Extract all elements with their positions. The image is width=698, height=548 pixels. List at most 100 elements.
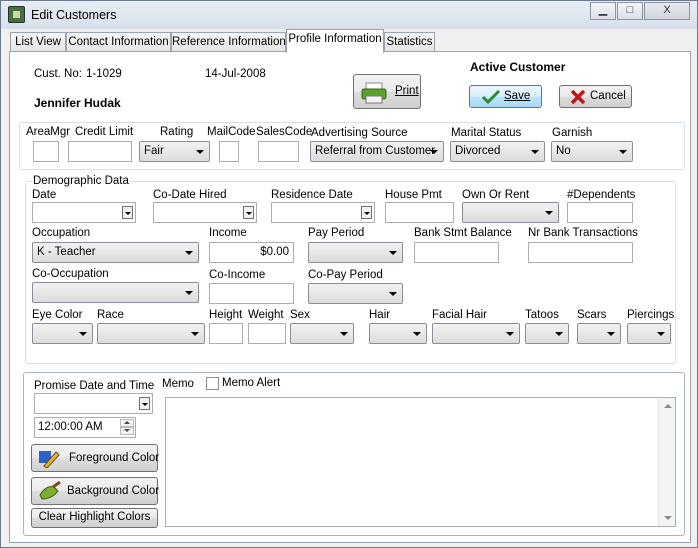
chevron-down-icon <box>191 332 199 336</box>
rating-value: Fair <box>144 145 164 157</box>
scroll-down-icon[interactable] <box>664 516 672 520</box>
calendar-dropdown-icon[interactable] <box>122 206 133 219</box>
foreground-color-button[interactable]: Foreground Color <box>31 444 160 472</box>
income-field[interactable]: $0.00 <box>209 242 294 263</box>
garnish-select[interactable]: No <box>551 141 633 162</box>
maximize-button[interactable]: □ <box>617 2 643 20</box>
tatoos-select[interactable] <box>525 323 569 344</box>
co-date-hired-picker[interactable] <box>153 202 257 223</box>
scars-select[interactable] <box>577 323 621 344</box>
advertising-source-label: Advertising Source <box>311 127 408 139</box>
marital-status-label: Marital Status <box>451 127 522 139</box>
active-customer-status: Active Customer <box>470 60 566 74</box>
time-spinner[interactable] <box>120 419 134 436</box>
own-or-rent-select[interactable] <box>462 202 559 223</box>
memo-scrollbar[interactable] <box>658 398 675 526</box>
window-title: Edit Customers <box>31 8 117 22</box>
print-button[interactable]: Print <box>353 74 421 109</box>
chevron-down-icon <box>545 211 553 215</box>
race-select[interactable] <box>97 323 205 344</box>
nr-bank-transactions-label: Nr Bank Transactions <box>528 227 638 239</box>
dependents-label: #Dependents <box>567 189 636 201</box>
house-pmt-field[interactable] <box>385 202 454 223</box>
tab-contact-information[interactable]: Contact Information <box>66 32 171 52</box>
app-icon <box>8 6 25 23</box>
cust-no-label: Cust. No: <box>34 68 82 80</box>
sex-select[interactable] <box>290 323 354 344</box>
tab-list-view[interactable]: List View <box>10 32 66 52</box>
chevron-down-icon <box>389 251 397 255</box>
dependents-field[interactable] <box>567 202 633 223</box>
paint-pencil-icon <box>38 448 60 468</box>
chevron-down-icon <box>79 332 87 336</box>
tab-statistics[interactable]: Statistics <box>384 32 435 52</box>
chevron-down-icon <box>619 150 627 154</box>
salescode-label: SalesCode <box>256 126 313 138</box>
hair-label: Hair <box>369 309 391 321</box>
promise-time-field[interactable]: 12:00:00 AM <box>34 417 136 438</box>
spin-down-icon[interactable] <box>120 427 134 435</box>
memo-textarea[interactable] <box>165 397 676 527</box>
paint-brush-icon <box>38 481 62 501</box>
date-picker[interactable] <box>32 202 136 223</box>
areamgr-field[interactable] <box>33 141 59 162</box>
spin-up-icon[interactable] <box>120 419 134 427</box>
salescode-field[interactable] <box>258 141 299 162</box>
advertising-source-select[interactable]: Referral from Customer <box>310 141 444 162</box>
height-field[interactable] <box>209 323 243 344</box>
save-button[interactable]: Save <box>469 85 542 108</box>
bank-stmt-balance-label: Bank Stmt Balance <box>414 227 512 239</box>
tab-reference-information[interactable]: Reference Information <box>171 32 286 52</box>
pay-period-select[interactable] <box>308 242 403 263</box>
promise-date-picker[interactable] <box>34 393 153 414</box>
credit-limit-field[interactable] <box>68 141 132 162</box>
piercings-select[interactable] <box>627 323 671 344</box>
garnish-value: No <box>556 145 571 157</box>
race-label: Race <box>97 309 124 321</box>
co-occupation-label: Co-Occupation <box>32 268 109 280</box>
close-button[interactable]: X <box>644 2 690 20</box>
eye-color-select[interactable] <box>32 323 93 344</box>
cancel-button[interactable]: Cancel <box>559 85 632 108</box>
calendar-dropdown-icon[interactable] <box>243 206 254 219</box>
chevron-down-icon <box>340 332 348 336</box>
printer-icon <box>361 82 387 104</box>
marital-status-select[interactable]: Divorced <box>450 141 545 162</box>
nr-bank-transactions-field[interactable] <box>528 242 633 263</box>
clear-highlight-colors-button[interactable]: Clear Highlight Colors <box>31 508 158 528</box>
co-pay-period-select[interactable] <box>308 283 403 304</box>
occupation-value: K - Teacher <box>37 246 96 258</box>
scroll-up-icon[interactable] <box>664 404 672 408</box>
co-occupation-select[interactable] <box>32 282 199 303</box>
residence-date-picker[interactable] <box>271 202 375 223</box>
rating-select[interactable]: Fair <box>139 141 210 162</box>
occupation-select[interactable]: K - Teacher <box>32 242 199 263</box>
calendar-dropdown-icon[interactable] <box>361 206 372 219</box>
rating-label: Rating <box>160 126 194 138</box>
garnish-label: Garnish <box>552 127 593 139</box>
co-income-label: Co-Income <box>209 269 266 281</box>
calendar-dropdown-icon[interactable] <box>139 397 150 410</box>
co-date-hired-label: Co-Date Hired <box>153 189 227 201</box>
background-color-button[interactable]: Background Color <box>31 477 159 505</box>
cancel-x-icon <box>570 89 586 105</box>
mailcode-field[interactable] <box>219 141 239 162</box>
facial-hair-label: Facial Hair <box>432 309 487 321</box>
hair-select[interactable] <box>369 323 427 344</box>
memo-alert-label: Memo Alert <box>222 377 281 389</box>
facial-hair-select[interactable] <box>432 323 520 344</box>
co-income-field[interactable] <box>209 283 294 304</box>
promise-date-label: Promise Date and Time <box>34 380 155 392</box>
foreground-color-label: Foreground Color <box>69 452 160 464</box>
tab-profile-information[interactable]: Profile Information <box>286 29 384 53</box>
piercings-label: Piercings <box>627 309 675 321</box>
memo-alert-checkbox[interactable] <box>206 377 219 390</box>
checkmark-icon <box>482 89 500 105</box>
chevron-down-icon <box>413 332 421 336</box>
chevron-down-icon <box>506 332 514 336</box>
bank-stmt-balance-field[interactable] <box>414 242 499 263</box>
minimize-button[interactable]: ▁ <box>590 2 616 20</box>
weight-label: Weight <box>248 309 284 321</box>
weight-field[interactable] <box>248 323 286 344</box>
areamgr-label: AreaMgr <box>26 126 71 138</box>
